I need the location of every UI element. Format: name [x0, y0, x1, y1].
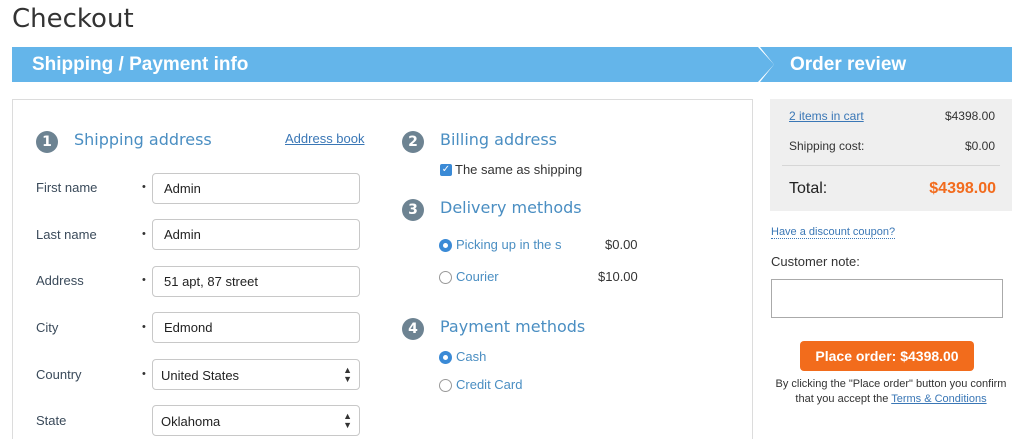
customer-note-label: Customer note:	[771, 254, 860, 269]
required-mark: •	[142, 181, 146, 193]
banner-right-title: Order review	[790, 54, 907, 75]
items-row: 2 items in cart $4398.00	[789, 109, 995, 123]
terms-conditions-link[interactable]: Terms & Conditions	[891, 393, 986, 405]
address-book-link[interactable]: Address book	[285, 131, 365, 146]
delivery-pickup-radio[interactable]	[439, 239, 452, 252]
payment-cash-radio[interactable]	[439, 351, 452, 364]
required-mark: •	[142, 368, 146, 380]
select-arrows-icon: ▲ ▼	[343, 411, 352, 430]
required-mark: •	[142, 321, 146, 333]
shipping-payment-banner: Shipping / Payment info	[12, 47, 774, 82]
last-name-input[interactable]	[152, 219, 360, 250]
checkout-form-panel	[12, 99, 753, 439]
city-input[interactable]	[152, 312, 360, 343]
delivery-pickup-price: $0.00	[605, 237, 638, 252]
total-value: $4398.00	[929, 180, 996, 197]
step-number-3: 3	[402, 199, 424, 221]
shipping-cost-row: Shipping cost: $0.00	[789, 139, 995, 153]
step-number-1: 1	[36, 131, 58, 153]
last-name-label: Last name	[36, 227, 97, 242]
delivery-courier-radio[interactable]	[439, 271, 452, 284]
customer-note-input[interactable]	[771, 279, 1003, 318]
required-mark: •	[142, 228, 146, 240]
payment-credit-card-radio[interactable]	[439, 379, 452, 392]
step-number-2: 2	[402, 131, 424, 153]
payment-cash-label: Cash	[456, 349, 487, 364]
shipping-address-title: Shipping address	[74, 130, 212, 149]
same-as-shipping-label: The same as shipping	[455, 162, 583, 177]
banner-left-title: Shipping / Payment info	[32, 54, 249, 75]
first-name-input[interactable]	[152, 173, 360, 204]
order-review-banner: Order review	[760, 47, 1012, 82]
address-input[interactable]	[152, 266, 360, 297]
city-label: City	[36, 320, 59, 335]
terms-notice: By clicking the "Place order" button you…	[770, 377, 1012, 407]
shipping-cost-value: $0.00	[964, 139, 995, 153]
select-arrows-icon: ▲ ▼	[343, 365, 352, 384]
items-in-cart-link[interactable]: 2 items in cart	[789, 109, 864, 123]
delivery-courier-price: $10.00	[598, 269, 638, 284]
address-label: Address	[36, 273, 84, 288]
same-as-shipping-checkbox[interactable]: ✓	[440, 164, 452, 176]
billing-address-title: Billing address	[440, 130, 557, 149]
discount-coupon-link[interactable]: Have a discount coupon?	[771, 226, 896, 239]
state-value: Oklahoma	[161, 414, 221, 429]
step-number-4: 4	[402, 318, 424, 340]
country-value: United States	[161, 368, 240, 383]
place-order-button[interactable]: Place order: $4398.00	[800, 341, 974, 371]
country-select[interactable]: United States ▲ ▼	[152, 359, 360, 390]
payment-methods-title: Payment methods	[440, 317, 586, 336]
summary-divider	[782, 165, 1000, 166]
payment-credit-card-label: Credit Card	[456, 377, 523, 392]
shipping-cost-label: Shipping cost:	[789, 139, 865, 153]
first-name-label: First name	[36, 180, 98, 195]
order-summary-box: 2 items in cart $4398.00 Shipping cost: …	[770, 99, 1012, 211]
required-mark: •	[142, 274, 146, 286]
items-value: $4398.00	[944, 109, 995, 123]
delivery-methods-title: Delivery methods	[440, 198, 582, 217]
state-select[interactable]: Oklahoma ▲ ▼	[152, 405, 360, 436]
total-label: Total:	[789, 180, 828, 197]
delivery-courier-label: Courier	[456, 269, 499, 284]
state-label: State	[36, 413, 67, 428]
country-label: Country	[36, 367, 82, 382]
delivery-pickup-label: Picking up in the s	[456, 237, 562, 252]
page-title: Checkout	[12, 4, 134, 34]
